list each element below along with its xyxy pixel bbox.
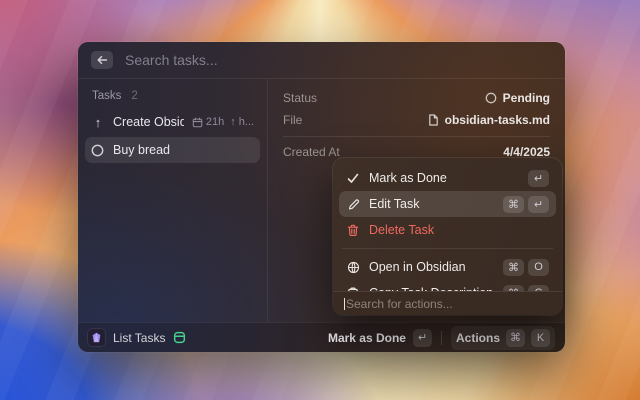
o-key-badge: O [528,259,549,276]
section-title: Tasks [92,90,121,102]
check-icon [347,173,359,184]
k-key-badge: K [531,329,550,347]
status-bar: List Tasks Mark as Done ↵ Actions ⌘ K [78,322,565,352]
menu-item-label: Edit Task [369,197,420,211]
due-badge: 21h [206,116,224,128]
file-row: File obsidian-tasks.md [283,109,550,131]
window-header [78,42,565,79]
cached-list-icon [173,331,186,344]
unchecked-circle-icon [91,144,104,157]
menu-item-open-in-obsidian[interactable]: Open in Obsidian ⌘ O [339,254,556,280]
menu-separator [342,248,553,249]
calendar-icon [192,117,203,128]
footer-divider [441,331,442,345]
obsidian-app-icon [88,329,105,346]
enter-key-badge: ↵ [413,329,432,347]
section-count: 2 [131,90,137,102]
actions-button[interactable]: Actions ⌘ K [451,326,555,350]
cmd-key-badge: ⌘ [503,259,524,276]
task-accessories: 21h ↑ h... [192,116,254,128]
actions-label: Actions [456,331,500,345]
menu-item-label: Open in Obsidian [369,260,466,274]
priority-badge: h... [239,116,254,128]
task-title: Buy bread [113,143,170,157]
status-label: Status [283,91,317,105]
detail-separator [283,136,550,137]
actions-search-input[interactable] [346,297,526,311]
arrow-up-icon: ↑ [91,115,105,130]
trash-icon [347,224,359,237]
list-item-create-obsidian[interactable]: ↑ Create Obsidian... 21h ↑ h... [85,109,260,135]
menu-item-label: Delete Task [369,223,434,237]
task-title: Create Obsidian... [113,115,184,129]
back-button[interactable] [91,51,113,69]
menu-item-label: Mark as Done [369,171,447,185]
document-icon [428,114,439,126]
globe-icon [347,261,360,274]
menu-item-mark-as-done[interactable]: Mark as Done ↵ [339,165,556,191]
pending-circle-icon [485,92,497,104]
file-value: obsidian-tasks.md [445,113,550,127]
enter-key-badge: ↵ [528,170,549,187]
task-list-pane: Tasks 2 ↑ Create Obsidian... 21h ↑ h... [78,79,268,322]
text-caret [344,298,345,310]
screen: Tasks 2 ↑ Create Obsidian... 21h ↑ h... [0,0,640,400]
enter-key-badge: ↵ [528,196,549,213]
list-section-header: Tasks 2 [85,84,260,109]
created-value: 4/4/2025 [503,145,550,159]
menu-item-edit-task[interactable]: Edit Task ⌘ ↵ [339,191,556,217]
arrow-left-icon [97,55,108,65]
list-item-buy-bread[interactable]: Buy bread [85,137,260,163]
primary-action-label[interactable]: Mark as Done [328,331,406,345]
priority-arrow-up-icon: ↑ [230,116,236,128]
actions-search-bar [333,291,562,315]
search-input[interactable] [125,52,445,68]
status-row: Status Pending [283,87,550,109]
created-label: Created At [283,145,340,159]
file-label: File [283,113,302,127]
command-name: List Tasks [113,331,165,345]
pencil-icon [347,198,360,211]
cmd-key-badge: ⌘ [503,196,524,213]
cmd-key-badge: ⌘ [506,329,525,347]
actions-menu: Mark as Done ↵ Edit Task ⌘ ↵ D [333,158,562,315]
status-value: Pending [503,91,550,105]
menu-item-delete-task[interactable]: Delete Task [339,217,556,243]
